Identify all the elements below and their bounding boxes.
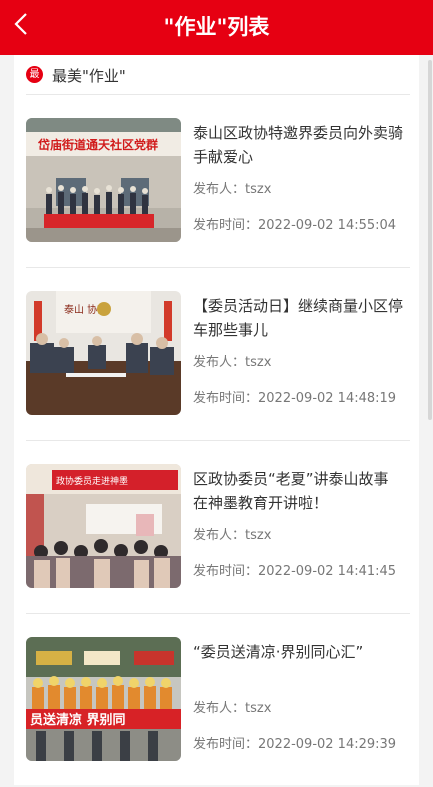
page-title: "作业"列表 (163, 15, 270, 39)
article-publisher: 发布人：tszx (193, 182, 272, 197)
photo-banner-text: 岱庙街道通天社区党群 (37, 137, 158, 152)
article-thumbnail[interactable]: 政协委员走进神墨 (26, 464, 181, 588)
list-item[interactable]: 岱庙街道通天社区党群 泰山区政协特邀界委员向外卖骑手献爱心 发布人：tszx 发… (26, 95, 410, 268)
article-time: 发布时间：2022-09-02 14:29:39 (193, 737, 397, 752)
badge-icon: 最 (26, 66, 43, 83)
article-time: 发布时间：2022-09-02 14:48:19 (193, 391, 397, 406)
article-publisher: 发布人：tszx (193, 355, 272, 370)
list-item[interactable]: 员送清凉 界别同 “委员送清凉·界别同心汇” 发布人：tszx 发布时间：202… (26, 614, 410, 787)
section-header: 最 最美"作业" (26, 55, 410, 95)
photo-banner-text: 员送清凉 界别同 (30, 712, 126, 728)
article-publisher: 发布人：tszx (193, 701, 272, 716)
list-item[interactable]: 泰山 协商 【委员活动日】继续商量小区停车那些事儿 发布人：tszx 发布时间：… (26, 268, 410, 441)
article-title[interactable]: 泰山区政协特邀界委员向外卖骑手献爱心 (193, 121, 403, 169)
list-item[interactable]: 政协委员走进神墨 区政协委员“老夏”讲泰山故事在神墨教育开讲啦！ 发布人：tsz… (26, 441, 410, 614)
article-time: 发布时间：2022-09-02 14:55:04 (193, 218, 397, 233)
article-thumbnail[interactable]: 员送清凉 界别同 (26, 637, 181, 761)
section-title: 最美"作业" (52, 67, 126, 85)
article-publisher: 发布人：tszx (193, 528, 272, 543)
top-bar: "作业"列表 (0, 0, 433, 55)
content-card: 最 最美"作业" 岱庙街道通天社区党群 泰山区政协特邀界委员向外卖骑手献爱心 发… (14, 55, 419, 785)
article-title[interactable]: “委员送清凉·界别同心汇” (193, 640, 403, 664)
scrollbar[interactable] (428, 60, 432, 420)
photo-banner-text: 政协委员走进神墨 (56, 475, 128, 487)
article-thumbnail[interactable]: 岱庙街道通天社区党群 (26, 118, 181, 242)
article-title[interactable]: 【委员活动日】继续商量小区停车那些事儿 (193, 294, 403, 342)
article-thumbnail[interactable]: 泰山 协商 (26, 291, 181, 415)
article-time: 发布时间：2022-09-02 14:41:45 (193, 564, 397, 579)
article-title[interactable]: 区政协委员“老夏”讲泰山故事在神墨教育开讲啦！ (193, 467, 403, 515)
